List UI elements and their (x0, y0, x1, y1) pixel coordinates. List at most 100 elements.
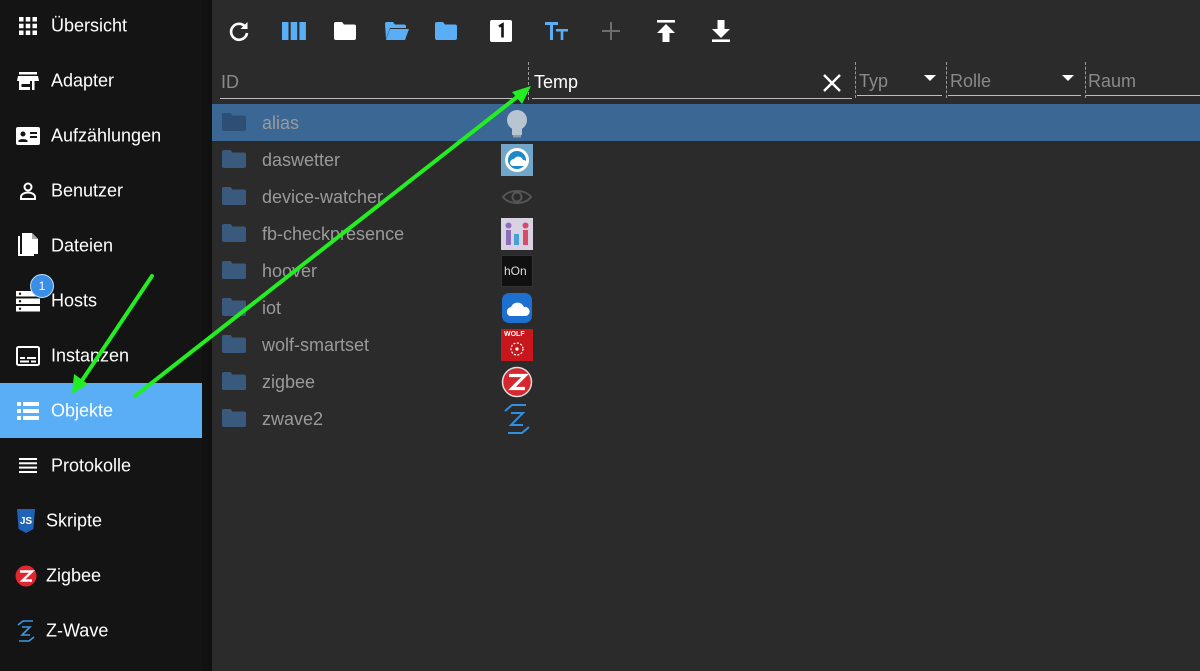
sidebar-item-instances[interactable]: Instanzen (0, 328, 202, 383)
table-row[interactable]: fb-checkpresence (212, 215, 1200, 252)
row-name: device-watcher (262, 187, 384, 207)
objects-panel: ID Temp Typ Rolle Raum alias daswetter d… (212, 0, 1200, 671)
close-icon (823, 74, 841, 92)
zigbee-icon (501, 366, 533, 398)
toggle-description-button[interactable] (544, 20, 570, 46)
wolf-icon: WOLF (501, 329, 533, 361)
lightbulb-icon (501, 107, 533, 139)
columns-icon (282, 21, 306, 45)
sidebar-item-overview[interactable]: Übersicht (0, 0, 202, 53)
sidebar-item-zwave[interactable]: Z-Wave (0, 603, 202, 658)
sidebar-item-label: Übersicht (51, 15, 128, 35)
table-row[interactable]: iot (212, 289, 1200, 326)
folder-icon (222, 335, 246, 353)
upload-button[interactable] (653, 19, 679, 47)
lines-icon (16, 454, 40, 478)
sidebar-item-scripts[interactable]: JS Skripte (0, 493, 202, 548)
download-button[interactable] (708, 19, 734, 47)
column-resizer[interactable] (1085, 62, 1086, 98)
folder-icon (222, 409, 246, 427)
sidebar-item-label: Aufzählungen (51, 125, 162, 145)
row-name: daswetter (262, 150, 341, 170)
person-icon (16, 179, 40, 203)
zigbee-icon (14, 564, 38, 588)
chevron-down-icon (1062, 75, 1074, 81)
type-filter-underline (857, 95, 942, 96)
refresh-button[interactable] (226, 20, 252, 46)
sidebar-item-files[interactable]: Dateien (0, 218, 202, 273)
sidebar-item-label: Dateien (51, 235, 114, 255)
name-filter-input[interactable]: Temp (534, 72, 578, 93)
upload-icon (656, 19, 676, 47)
row-name: wolf-smartset (262, 335, 370, 355)
sidebar-item-objects[interactable]: Objekte (0, 383, 202, 438)
column-resizer[interactable] (855, 62, 856, 98)
table-row[interactable]: hoover hOn (212, 252, 1200, 289)
id-filter-underline (220, 98, 524, 99)
fb-checkpresence-icon (501, 218, 533, 250)
files-icon (16, 232, 40, 258)
collapse-all-button[interactable] (332, 20, 358, 46)
folder-icon (222, 261, 246, 279)
eye-icon (501, 181, 533, 213)
list-card-icon (16, 124, 40, 148)
row-name: zwave2 (262, 409, 324, 429)
sidebar-item-users[interactable]: Benutzer (0, 163, 202, 218)
sidebar-item-zigbee[interactable]: Zigbee (0, 548, 202, 603)
toggle-count-button[interactable] (488, 19, 514, 47)
expand-one-level-button[interactable] (433, 20, 459, 46)
folder-icon (222, 298, 246, 316)
room-filter-label: Raum (1088, 71, 1137, 91)
folder-icon (222, 224, 246, 242)
folder-icon (334, 21, 356, 45)
sidebar-item-adapter[interactable]: Adapter (0, 53, 202, 108)
sidebar-item-label: Instanzen (51, 345, 130, 365)
refresh-icon (228, 20, 250, 47)
role-filter-label: Rolle (950, 71, 992, 91)
sidebar-item-label: Skripte (46, 510, 103, 530)
sidebar-item-label: Adapter (51, 70, 115, 90)
row-name: zigbee (262, 372, 316, 392)
chevron-down-icon (924, 75, 936, 81)
room-filter-underline (1086, 95, 1200, 96)
table-row[interactable]: alias (212, 104, 1200, 141)
name-filter-underline (532, 98, 852, 99)
number-one-icon (490, 19, 512, 47)
folder-icon (222, 372, 246, 390)
sidebar-item-enums[interactable]: Aufzählungen (0, 108, 202, 163)
table-row[interactable]: daswetter (212, 141, 1200, 178)
object-tree: alias daswetter device-watcher fb-checkp… (212, 104, 1200, 444)
hoover-icon-text: hOn (504, 264, 527, 278)
sidebar-divider[interactable] (202, 0, 212, 671)
clear-filter-button[interactable] (821, 72, 843, 99)
table-row[interactable]: zigbee (212, 363, 1200, 400)
sidebar-item-label: Objekte (51, 400, 114, 420)
daswetter-icon (501, 144, 533, 176)
column-resizer[interactable] (946, 62, 947, 98)
add-object-button[interactable] (598, 20, 624, 46)
row-name: alias (262, 113, 300, 133)
js-icon: JS (14, 508, 38, 533)
zwave-icon (501, 403, 533, 435)
add-icon (601, 21, 621, 46)
table-row[interactable]: device-watcher (212, 178, 1200, 215)
grid-icon (16, 14, 40, 38)
sidebar-item-label: Protokolle (51, 455, 132, 475)
expand-all-button[interactable] (384, 20, 410, 46)
download-icon (711, 19, 731, 47)
zwave-icon (14, 619, 38, 643)
sidebar-item-label: Z-Wave (46, 620, 109, 640)
folder-icon (222, 150, 246, 168)
sidebar-item-label: Hosts (51, 290, 98, 310)
row-name: fb-checkpresence (262, 224, 405, 244)
row-name: iot (262, 298, 282, 318)
sidebar-item-label: Benutzer (51, 180, 124, 200)
columns-button[interactable] (281, 20, 307, 46)
table-row[interactable]: wolf-smartset WOLF (212, 326, 1200, 363)
row-name: hoover (262, 261, 318, 281)
sidebar-item-logs[interactable]: Protokolle (0, 438, 202, 493)
table-row[interactable]: zwave2 (212, 400, 1200, 437)
column-resizer[interactable] (528, 62, 529, 100)
folder-icon (222, 187, 246, 205)
sidebar-item-label: Zigbee (46, 565, 102, 585)
